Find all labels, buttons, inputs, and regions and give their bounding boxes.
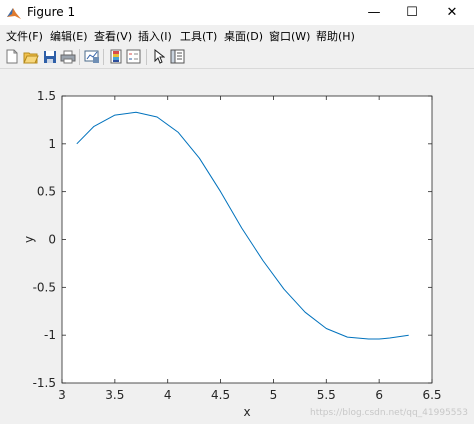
minimize-button[interactable]: —	[358, 0, 390, 25]
property-inspector-icon[interactable]	[169, 48, 186, 65]
watermark-text: https://blog.csdn.net/qq_41995553	[309, 408, 468, 418]
toolbar	[0, 45, 474, 69]
plot-area	[61, 95, 433, 384]
y-tick-label: 0.5	[37, 185, 56, 199]
x-tick-label: 6.5	[422, 388, 441, 402]
x-tick-label: 6	[375, 388, 383, 402]
menu-file[interactable]: 文件(F)	[6, 28, 43, 44]
x-tick-label: 5	[270, 388, 278, 402]
maximize-button[interactable]: ☐	[396, 0, 428, 25]
menu-desktop[interactable]: 桌面(D)	[224, 28, 263, 44]
menu-insert[interactable]: 插入(I)	[138, 28, 172, 44]
legend-icon[interactable]	[125, 48, 142, 65]
toolbar-separator	[103, 49, 104, 65]
y-tick-label: 1	[48, 137, 56, 151]
menu-bar: 文件(F) 编辑(E) 查看(V) 插入(I) 工具(T) 桌面(D) 窗口(W…	[0, 25, 474, 45]
x-tick-label: 3.5	[105, 388, 124, 402]
title-bar: Figure 1 — ☐ ✕	[0, 0, 474, 26]
pointer-icon[interactable]	[150, 48, 167, 65]
print-icon[interactable]	[59, 48, 76, 65]
menu-help[interactable]: 帮助(H)	[316, 28, 355, 44]
y-tick-label: 0	[48, 233, 56, 247]
save-icon[interactable]	[41, 48, 58, 65]
x-tick-label: 4	[164, 388, 172, 402]
toolbar-separator	[79, 49, 80, 65]
open-file-icon[interactable]	[22, 48, 39, 65]
line-chart: 3 3.5 4 4.5 5 5.5 6 6.5 -1.5 -1 -0.5 0 0.5 1 1.5 x y	[22, 89, 442, 419]
y-tick-label: -1	[44, 328, 56, 342]
x-tick-label: 3	[58, 388, 66, 402]
y-tick-label: -0.5	[33, 280, 56, 294]
x-tick-label: 4.5	[211, 388, 230, 402]
y-tick-label: 1.5	[37, 89, 56, 103]
figure-canvas[interactable]: 3 3.5 4 4.5 5 5.5 6 6.5 -1.5 -1 -0.5 0 0.5 1 1.5 x y htt…	[0, 69, 474, 424]
menu-view[interactable]: 查看(V)	[94, 28, 132, 44]
new-figure-icon[interactable]	[3, 48, 20, 65]
menu-tools[interactable]: 工具(T)	[180, 28, 217, 44]
link-plot-icon[interactable]	[83, 48, 100, 65]
menu-edit[interactable]: 编辑(E)	[50, 28, 88, 44]
x-tick-label: 5.5	[317, 388, 336, 402]
colorbar-icon[interactable]	[107, 48, 124, 65]
x-axis-label: x	[243, 405, 250, 419]
menu-window[interactable]: 窗口(W)	[269, 28, 310, 44]
close-button[interactable]: ✕	[436, 0, 468, 25]
window-title: Figure 1	[27, 5, 76, 19]
toolbar-separator	[146, 49, 147, 65]
y-axis-label: y	[22, 236, 36, 243]
matlab-app-icon	[7, 8, 21, 19]
y-tick-label: -1.5	[33, 376, 56, 390]
